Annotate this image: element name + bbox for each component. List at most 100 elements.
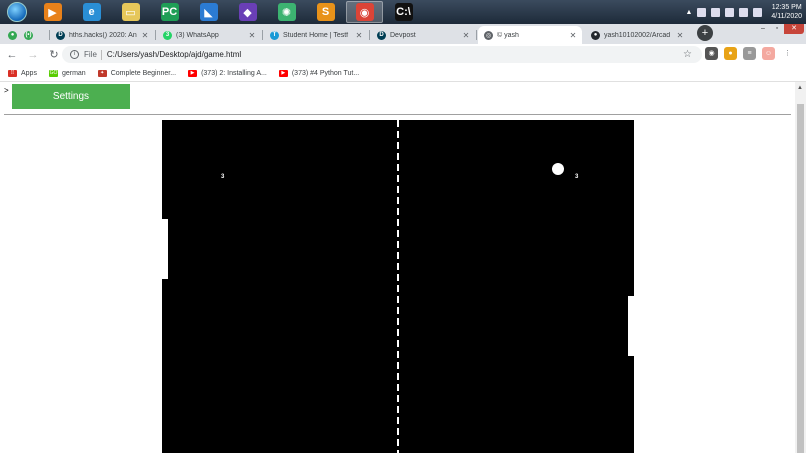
info-icon[interactable]: i [70, 50, 79, 59]
signal-icon[interactable] [739, 7, 749, 17]
extension-icons: ◉ ● ≡ ☺ ⋮ [705, 47, 794, 60]
bookmark-label: (373) #4 Python Tut... [291, 69, 360, 77]
taskbar-app[interactable]: ▶ [34, 1, 71, 23]
tab-close-icon[interactable]: ✕ [675, 31, 685, 40]
reload-icon[interactable]: ↻ [45, 46, 63, 64]
volume-icon[interactable] [753, 7, 763, 17]
youtube-icon: ▶ [188, 69, 198, 77]
system-clock[interactable]: 12:35 PM 4/11/2020 [771, 3, 802, 21]
github-icon: ● [591, 30, 600, 40]
page-scrollbar[interactable]: ▲ [795, 82, 806, 453]
pong-game-canvas[interactable]: 3 3 [162, 120, 634, 453]
devpost-icon: D [377, 30, 386, 40]
browser-tab[interactable]: ◎ © yash ✕ [478, 26, 582, 44]
bookmark-item[interactable]: GO german [48, 69, 86, 77]
network-icon[interactable] [711, 7, 721, 17]
address-bar[interactable]: i File C:/Users/yash/Desktop/ajd/game.ht… [62, 46, 702, 63]
youtube-icon: ▶ [278, 69, 288, 77]
tab-close-icon[interactable]: ✕ [568, 31, 578, 40]
globe-icon: ◎ [484, 30, 493, 40]
taskbar-app[interactable]: ▭ [112, 1, 149, 23]
battery-icon[interactable] [725, 7, 735, 17]
internet-explorer-icon: e [82, 3, 101, 21]
taskbar-app[interactable]: ◉ [346, 1, 383, 23]
extension-icon[interactable]: ● [724, 47, 737, 60]
address-separator [100, 49, 102, 60]
bookmark-label: german [61, 69, 86, 77]
extension-icon[interactable]: ≡ [743, 47, 756, 60]
right-player-score: 3 [575, 174, 579, 180]
left-player-score: 3 [221, 174, 225, 180]
bookmark-star-icon[interactable]: ☆ [683, 49, 692, 60]
scroll-up-arrow-icon[interactable]: ▲ [797, 85, 803, 91]
tab-title: Devpost [390, 31, 416, 39]
tab-close-icon[interactable]: ✕ [140, 31, 150, 40]
taskbar-app[interactable]: ◣ [190, 1, 227, 23]
url-scheme-label: File [84, 50, 97, 59]
taskbar-app[interactable]: PC [151, 1, 188, 23]
bookmark-item[interactable]: ⠿ Apps [8, 69, 37, 77]
extension-icon[interactable]: ◉ [705, 47, 718, 60]
pycharm-icon: PC [160, 3, 179, 21]
browser-tab[interactable]: (•) [18, 26, 48, 44]
windows-taskbar: ▶ e ▭ PC ◣ ◆ ✺ S ◉ C:\ ▲ 12:35 PM 4/11/2020 [0, 0, 806, 24]
settings-button[interactable]: Settings [12, 84, 130, 109]
minimize-button[interactable]: – [756, 24, 770, 34]
tab-title: (3) WhatsApp [176, 31, 219, 39]
new-tab-button[interactable]: + [697, 25, 713, 41]
system-tray: ▲ 12:35 PM 4/11/2020 [685, 0, 802, 24]
browser-tab[interactable]: ● yash10102002/Arcad ✕ [585, 26, 689, 44]
bracket-icon: (•) [24, 30, 33, 40]
forward-arrow-icon[interactable]: → [24, 46, 42, 64]
scrollbar-thumb[interactable] [797, 104, 804, 453]
tab-close-icon[interactable]: ✕ [354, 31, 364, 40]
tab-title: © yash [497, 31, 519, 39]
screen: ▶ e ▭ PC ◣ ◆ ✺ S ◉ C:\ ▲ 12:35 PM 4/11/2020 ● (•) D… [0, 0, 806, 453]
devpost-icon: D [56, 30, 65, 40]
browser-tab[interactable]: ● [2, 26, 17, 44]
tab-separator [262, 30, 263, 40]
taskbar-app[interactable]: e [73, 1, 110, 23]
browser-tab[interactable]: D Devpost ✕ [371, 26, 475, 44]
horizontal-rule [4, 114, 791, 115]
duolingo-icon: GO [48, 69, 58, 77]
start-button[interactable] [4, 1, 30, 23]
tab-title: Student Home | Testf [283, 31, 349, 39]
tab-separator [369, 30, 370, 40]
bookmark-item[interactable]: ✦ Complete Beginner... [97, 69, 177, 77]
pong-ball [552, 163, 564, 175]
map-pin-icon: ● [8, 30, 17, 40]
file-explorer-icon: ▭ [121, 3, 140, 21]
clock-date: 4/11/2020 [771, 13, 802, 20]
browser-tab[interactable]: Dhths.hacks() 2020: An ✕ [50, 26, 154, 44]
sublime-text-icon: S [316, 3, 335, 21]
bluetooth-icon[interactable] [697, 7, 707, 17]
bookmarks-bar: ⠿ Apps GO german ✦ Complete Beginner... ▶ (373)… [0, 65, 806, 82]
url-text[interactable]: C:/Users/yash/Desktop/ajd/game.html [107, 50, 241, 59]
taskbar-app[interactable]: ◆ [229, 1, 266, 23]
browser-tab[interactable]: T Student Home | Testf ✕ [264, 26, 368, 44]
profile-avatar[interactable]: ☺ [762, 47, 775, 60]
clock-time: 12:35 PM [771, 4, 802, 11]
bookmark-label: Complete Beginner... [110, 69, 177, 77]
right-paddle [628, 296, 634, 356]
visual-studio-icon: ◆ [238, 3, 257, 21]
browser-tab-strip: ● (•) Dhths.hacks() 2020: An ✕ 3 (3) WhatsApp… [0, 24, 806, 44]
close-window-button[interactable]: ✕ [784, 24, 804, 34]
tab-close-icon[interactable]: ✕ [247, 31, 257, 40]
browser-tab[interactable]: 3 (3) WhatsApp ✕ [157, 26, 261, 44]
tab-separator [155, 30, 156, 40]
bookmark-item[interactable]: ▶ (373) 2: Installing A... [188, 69, 267, 77]
tray-expand-icon[interactable]: ▲ [685, 9, 692, 16]
taskbar-app[interactable]: S [307, 1, 344, 23]
tab-close-icon[interactable]: ✕ [461, 31, 471, 40]
menu-kebab-icon[interactable]: ⋮ [781, 47, 794, 60]
windows-logo-icon [7, 2, 27, 22]
maximize-button[interactable]: ▫ [770, 24, 784, 34]
taskbar-app[interactable]: ✺ [268, 1, 305, 23]
taskbar-app[interactable]: C:\ [385, 1, 422, 23]
vscode-icon: ◣ [199, 3, 218, 21]
back-arrow-icon[interactable]: ← [3, 46, 21, 64]
bookmark-item[interactable]: ▶ (373) #4 Python Tut... [278, 69, 360, 77]
bookmark-label: Apps [21, 69, 37, 77]
